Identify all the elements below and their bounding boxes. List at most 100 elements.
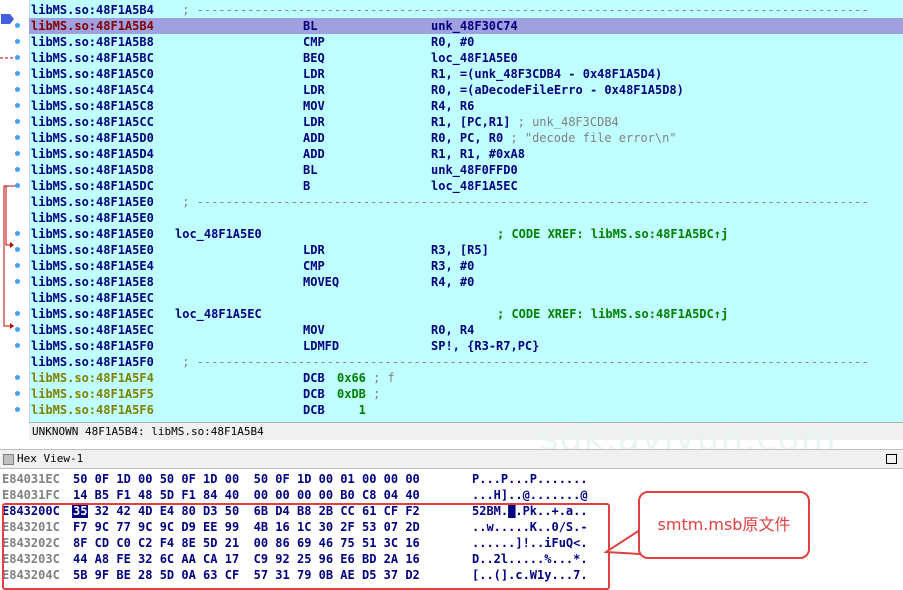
separator-comment: ; --------------------------------------… (175, 195, 869, 209)
flow-arrows (0, 14, 20, 329)
breakpoint-dot-icon[interactable] (15, 343, 20, 348)
line-address: libMS.so:48F1A5E0 (31, 227, 154, 241)
breakpoint-dot-icon[interactable] (15, 311, 20, 316)
flow-gutter (0, 0, 30, 422)
line-address: libMS.so:48F1A5C0 (31, 67, 154, 81)
breakpoint-dot-icon[interactable] (15, 167, 20, 172)
hex-view-icon (3, 454, 14, 465)
mnemonic: DCB (303, 403, 325, 417)
branch-arrowhead-icon (10, 242, 14, 248)
inline-comment: ; "decode file error\n" (503, 131, 677, 145)
operands[interactable]: unk_48F30C74 (431, 18, 518, 34)
breakpoint-dot-icon[interactable] (15, 135, 20, 140)
operands[interactable]: R1, [PC,R1] (431, 114, 510, 130)
operands[interactable]: R3, #0 (431, 258, 474, 274)
mnemonic: LDMFD (303, 339, 340, 353)
breakpoint-dot-icon[interactable] (15, 279, 20, 284)
status-text: UNKNOWN 48F1A5B4: libMS.so:48F1A5B4 (32, 425, 264, 438)
mnemonic: BL (303, 19, 318, 33)
breakpoint-dot-icon[interactable] (15, 103, 20, 108)
operands[interactable]: SP!, {R3-R7,PC} (431, 338, 539, 354)
xref-comment[interactable]: ; CODE XREF: libMS.so:48F1A5DC↑j (497, 306, 728, 322)
breakpoint-dot-icon[interactable] (15, 375, 20, 380)
disassembly-view[interactable]: libMS.so:48F1A5B4 ; --------------------… (0, 0, 903, 422)
operands[interactable]: R0, =(aDecodeFileErro - 0x48F1A5D8) (431, 82, 684, 98)
operands[interactable]: R3, [R5] (431, 242, 489, 258)
breakpoint-dot-icon[interactable] (15, 391, 20, 396)
mnemonic: LDR (303, 243, 325, 257)
hex-view-titlebar: Hex View-1 (0, 449, 903, 469)
line-address: libMS.so:48F1A5E4 (31, 259, 154, 273)
operands[interactable]: loc_48F1A5E0 (431, 50, 518, 66)
line-address: libMS.so:48F1A5C4 (31, 83, 154, 97)
breakpoint-dot-icon[interactable] (15, 183, 20, 188)
breakpoint-dot-icon[interactable] (15, 55, 20, 60)
operands[interactable]: R4, #0 (431, 274, 474, 290)
line-address: libMS.so:48F1A5E8 (31, 275, 154, 289)
mnemonic: LDR (303, 67, 325, 81)
line-address: libMS.so:48F1A5B4 (31, 3, 154, 17)
mnemonic: LDR (303, 83, 325, 97)
line-address: libMS.so:48F1A5F0 (31, 355, 154, 369)
mnemonic: ADD (303, 131, 325, 145)
breakpoint-dot-icon[interactable] (15, 71, 20, 76)
separator-comment: ; --------------------------------------… (175, 3, 869, 17)
line-address: libMS.so:48F1A5E0 (31, 243, 154, 257)
breakpoint-dot-icon[interactable] (15, 23, 20, 28)
breakpoint-dot-icon[interactable] (15, 247, 20, 252)
operands[interactable]: R1, =(unk_48F3CDB4 - 0x48F1A5D4) (431, 66, 662, 82)
branch-arrowhead-icon (10, 323, 14, 329)
line-address: libMS.so:48F1A5D4 (31, 147, 154, 161)
hex-address: E84031FC (2, 488, 60, 502)
mnemonic: ADD (303, 147, 325, 161)
xref-comment[interactable]: ; CODE XREF: libMS.so:48F1A5BC↑j (497, 226, 728, 242)
hex-bytes: 14 B5 F1 48 5D F1 84 40 00 00 00 00 B0 C… (73, 488, 420, 502)
operands[interactable]: R0, PC, R0 (431, 130, 503, 146)
breakpoint-dot-icon[interactable] (15, 231, 20, 236)
breakpoint-dot-icon[interactable] (15, 151, 20, 156)
line-address: libMS.so:48F1A5B8 (31, 35, 154, 49)
hex-ascii: P...P...P....... (472, 472, 588, 486)
mnemonic: CMP (303, 259, 325, 273)
mnemonic: MOV (303, 99, 325, 113)
inline-comment: ; unk_48F3CDB4 (510, 115, 619, 129)
operands[interactable]: R4, R6 (431, 98, 474, 114)
breakpoint-dot-icon[interactable] (15, 119, 20, 124)
mnemonic: MOVEQ (303, 275, 340, 289)
hex-view-title: Hex View-1 (17, 452, 84, 465)
line-address: libMS.so:48F1A5EC (31, 307, 154, 321)
operands[interactable]: R0, R4 (431, 322, 474, 338)
code-label[interactable]: loc_48F1A5EC (175, 306, 262, 322)
operands[interactable]: loc_48F1A5EC (431, 178, 518, 194)
breakpoint-dot-icon[interactable] (15, 263, 20, 268)
line-address: libMS.so:48F1A5EC (31, 291, 154, 305)
operands[interactable]: unk_48F0FFD0 (431, 162, 518, 178)
hex-ascii: ...H]..@.......@ (472, 488, 588, 502)
disasm-line[interactable]: libMS.so:48F1A5B4 BL unk_48F30C74 (29, 18, 903, 34)
inline-comment: ; f (365, 371, 395, 385)
mnemonic: CMP (303, 35, 325, 49)
line-address: libMS.so:48F1A5BC (31, 51, 154, 65)
hex-row[interactable]: E84031EC 50 0F 1D 00 50 0F 1D 00 50 0F 1D… (0, 471, 903, 487)
line-address: libMS.so:48F1A5B4 (31, 19, 154, 33)
code-label[interactable]: loc_48F1A5E0 (175, 226, 262, 242)
breakpoint-dot-icon[interactable] (15, 407, 20, 412)
breakpoint-dot-icon[interactable] (15, 87, 20, 92)
line-address: libMS.so:48F1A5F4 (31, 371, 154, 385)
callout-note: smtm.msb原文件 (638, 491, 810, 559)
breakpoint-dot-icon[interactable] (15, 327, 20, 332)
inline-comment: ; (365, 387, 381, 401)
operands[interactable]: R0, #0 (431, 34, 474, 50)
operands[interactable]: 0xDB (337, 386, 366, 402)
operands[interactable]: 0x66 (337, 370, 366, 386)
separator-comment: ; --------------------------------------… (175, 355, 869, 369)
line-address: libMS.so:48F1A5CC (31, 115, 154, 129)
line-address: libMS.so:48F1A5DC (31, 179, 154, 193)
hex-address: E84031EC (2, 472, 60, 486)
mnemonic: LDR (303, 115, 325, 129)
breakpoint-dot-icon[interactable] (15, 39, 20, 44)
mnemonic: BL (303, 163, 318, 177)
operands[interactable]: 1 (337, 402, 366, 418)
restore-icon[interactable] (886, 454, 897, 464)
operands[interactable]: R1, R1, #0xA8 (431, 146, 525, 162)
